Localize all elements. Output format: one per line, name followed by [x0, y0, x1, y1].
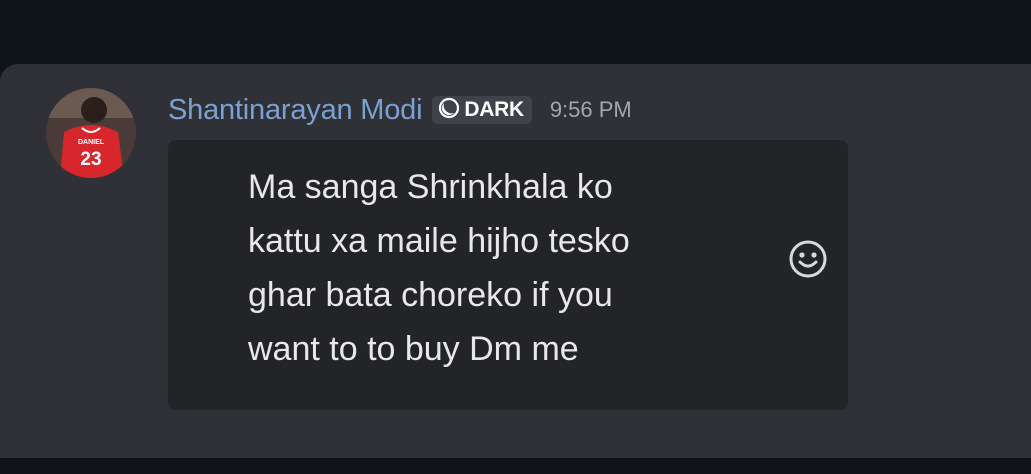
moon-icon — [438, 97, 460, 124]
message-line: kattu xa maile hijho tesko — [248, 222, 630, 260]
badge-label: DARK — [464, 98, 524, 121]
jersey-name: DANIEL — [78, 139, 105, 146]
message-content: Ma sanga Shrinkhala ko kattu xa maile hi… — [248, 160, 768, 376]
bottom-strip — [0, 458, 1031, 474]
message-line: ghar bata choreko if you — [248, 276, 613, 314]
add-reaction-button[interactable] — [787, 240, 829, 282]
message-line: Ma sanga Shrinkhala ko — [248, 168, 613, 206]
smiley-icon — [788, 239, 828, 284]
avatar[interactable]: DANIEL 23 — [46, 88, 136, 178]
avatar-image: DANIEL 23 — [46, 88, 136, 178]
message-timestamp: 9:56 PM — [549, 97, 632, 122]
message-header: Shantinarayan Modi DARK 9:56 PM — [168, 92, 632, 128]
top-bar — [0, 0, 1031, 64]
message-line: want to to buy Dm me — [248, 330, 579, 368]
jersey-number: 23 — [80, 149, 101, 170]
author-name[interactable]: Shantinarayan Modi — [168, 94, 423, 127]
role-badge[interactable]: DARK — [432, 96, 532, 124]
